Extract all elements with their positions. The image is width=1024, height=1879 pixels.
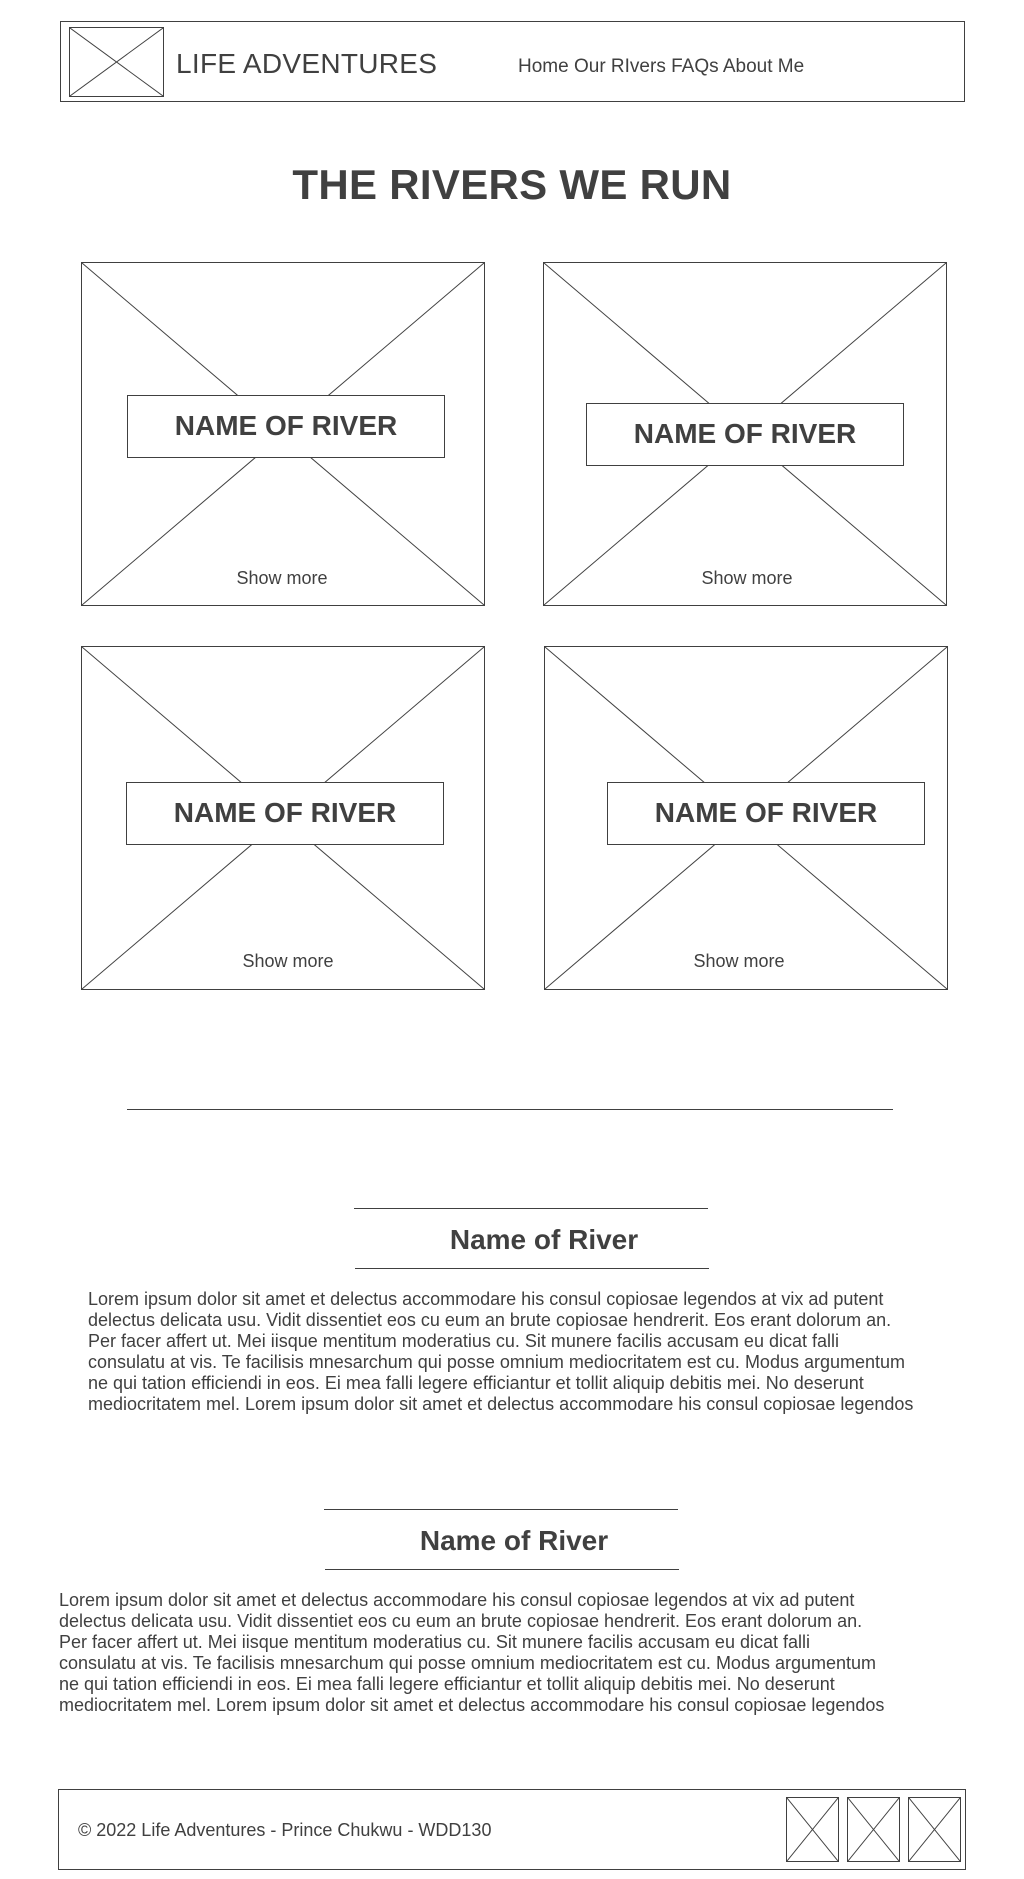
main-nav: Home Our RIvers FAQs About Me bbox=[518, 55, 804, 79]
river-card-name: NAME OF RIVER bbox=[126, 782, 444, 845]
nav-home[interactable]: Home bbox=[518, 56, 569, 77]
image-placeholder-icon bbox=[787, 1798, 838, 1861]
section-title-rule-top bbox=[354, 1208, 708, 1209]
show-more-link[interactable]: Show more bbox=[647, 567, 847, 589]
nav-faqs[interactable]: FAQs bbox=[671, 56, 719, 77]
site-brand[interactable]: LIFE ADVENTURES bbox=[176, 47, 437, 81]
show-more-link[interactable]: Show more bbox=[188, 950, 388, 972]
river-card-name: NAME OF RIVER bbox=[127, 395, 445, 458]
nav-our-rivers[interactable]: Our RIvers bbox=[574, 56, 666, 77]
show-more-link[interactable]: Show more bbox=[639, 950, 839, 972]
section-paragraph: Lorem ipsum dolor sit amet et delectus a… bbox=[88, 1289, 914, 1414]
section-title: Name of River bbox=[449, 1224, 639, 1255]
nav-about-me[interactable]: About Me bbox=[723, 56, 804, 77]
social-link-2[interactable] bbox=[847, 1797, 900, 1862]
section-paragraph: Lorem ipsum dolor sit amet et delectus a… bbox=[59, 1590, 885, 1715]
image-placeholder-icon bbox=[848, 1798, 899, 1861]
section-divider bbox=[127, 1109, 893, 1110]
section-title-rule-bottom bbox=[325, 1569, 679, 1570]
social-link-1[interactable] bbox=[786, 1797, 839, 1862]
logo-placeholder-icon[interactable] bbox=[69, 27, 164, 97]
show-more-link[interactable]: Show more bbox=[182, 567, 382, 589]
section-title-rule-bottom bbox=[355, 1268, 709, 1269]
river-card-name: NAME OF RIVER bbox=[586, 403, 904, 466]
section-title-rule-top bbox=[324, 1509, 678, 1510]
image-placeholder-icon bbox=[909, 1798, 960, 1861]
river-card-name: NAME OF RIVER bbox=[607, 782, 925, 845]
social-link-3[interactable] bbox=[908, 1797, 961, 1862]
footer-copyright: © 2022 Life Adventures - Prince Chukwu -… bbox=[78, 1820, 492, 1840]
page-title: THE RIVERS WE RUN bbox=[292, 161, 732, 208]
section-title: Name of River bbox=[419, 1525, 609, 1556]
